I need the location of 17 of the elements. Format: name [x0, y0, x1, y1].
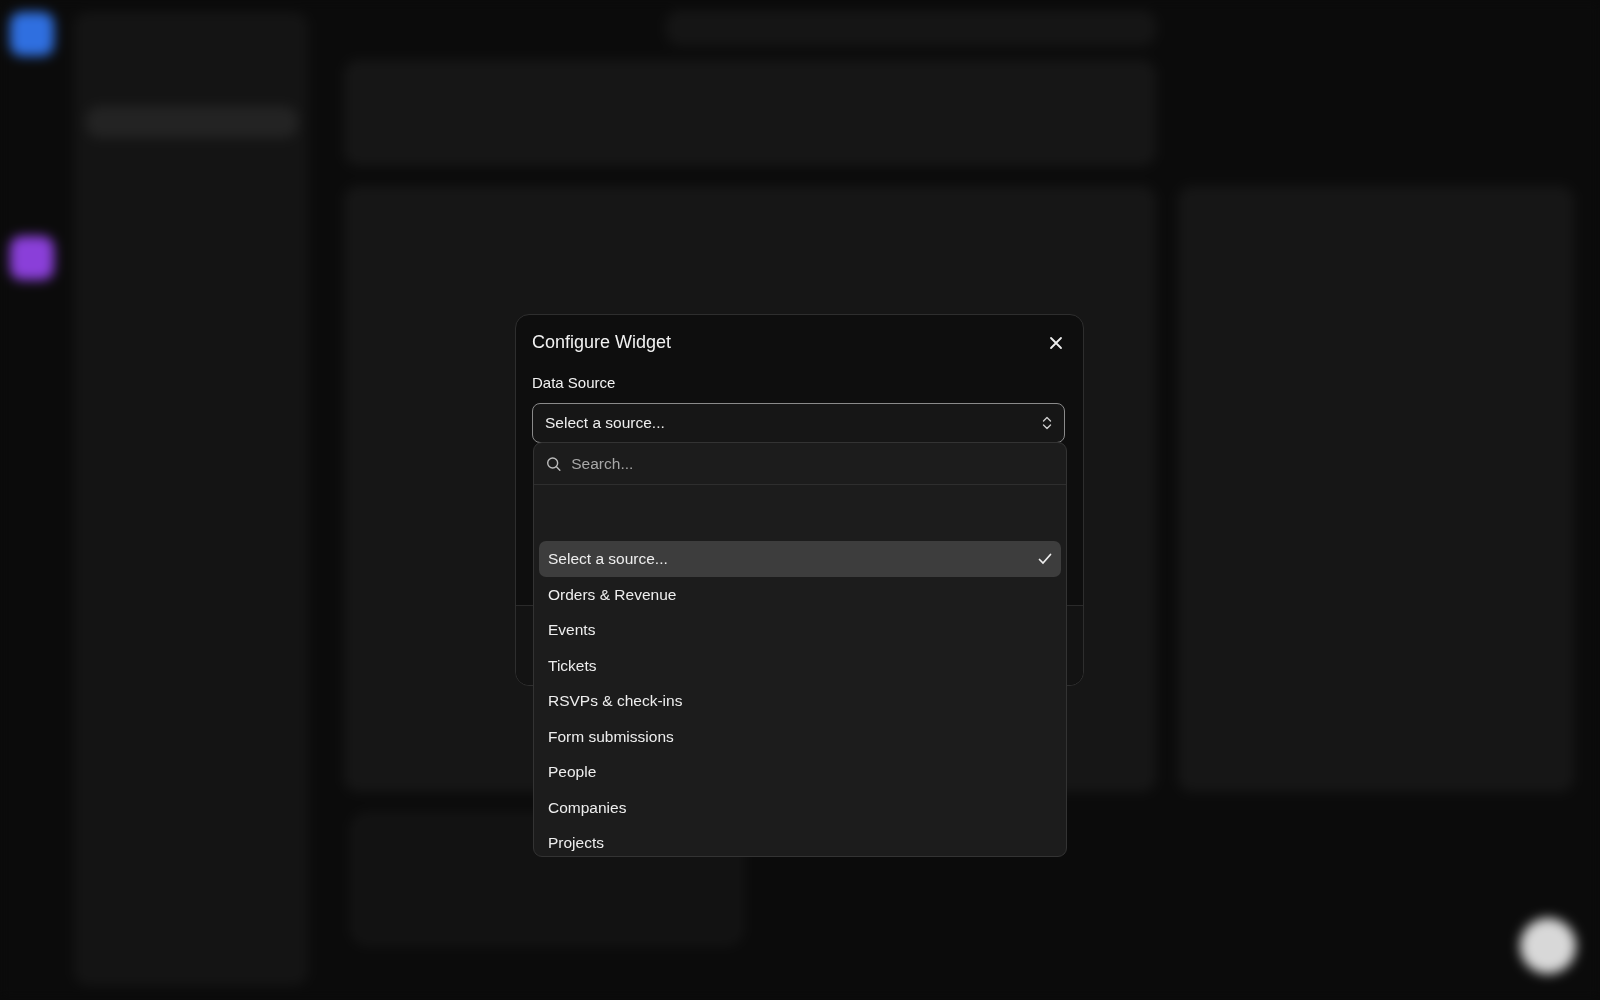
dropdown-option[interactable]: Events: [539, 612, 1061, 648]
dropdown-option[interactable]: RSVPs & check-ins: [539, 683, 1061, 719]
close-icon: [1049, 335, 1063, 350]
check-icon: [1038, 552, 1052, 565]
dropdown-option[interactable]: People: [539, 754, 1061, 790]
dropdown-option[interactable]: Companies: [539, 789, 1061, 825]
dropdown-option[interactable]: Orders & Revenue: [539, 576, 1061, 612]
dropdown-option[interactable]: Tickets: [539, 647, 1061, 683]
dialog-title: Configure Widget: [532, 331, 672, 354]
field-label: Data Source: [532, 373, 617, 393]
dropdown-option[interactable]: Form submissions: [539, 718, 1061, 754]
search-icon: [546, 455, 562, 472]
source-select[interactable]: Select a source...: [532, 402, 1065, 443]
search-field[interactable]: Search...: [569, 450, 1054, 477]
dropdown-option[interactable]: Projects: [539, 825, 1061, 856]
chevron-updown-icon: [1042, 415, 1052, 430]
dropdown-option[interactable]: Select a source...: [539, 541, 1061, 577]
